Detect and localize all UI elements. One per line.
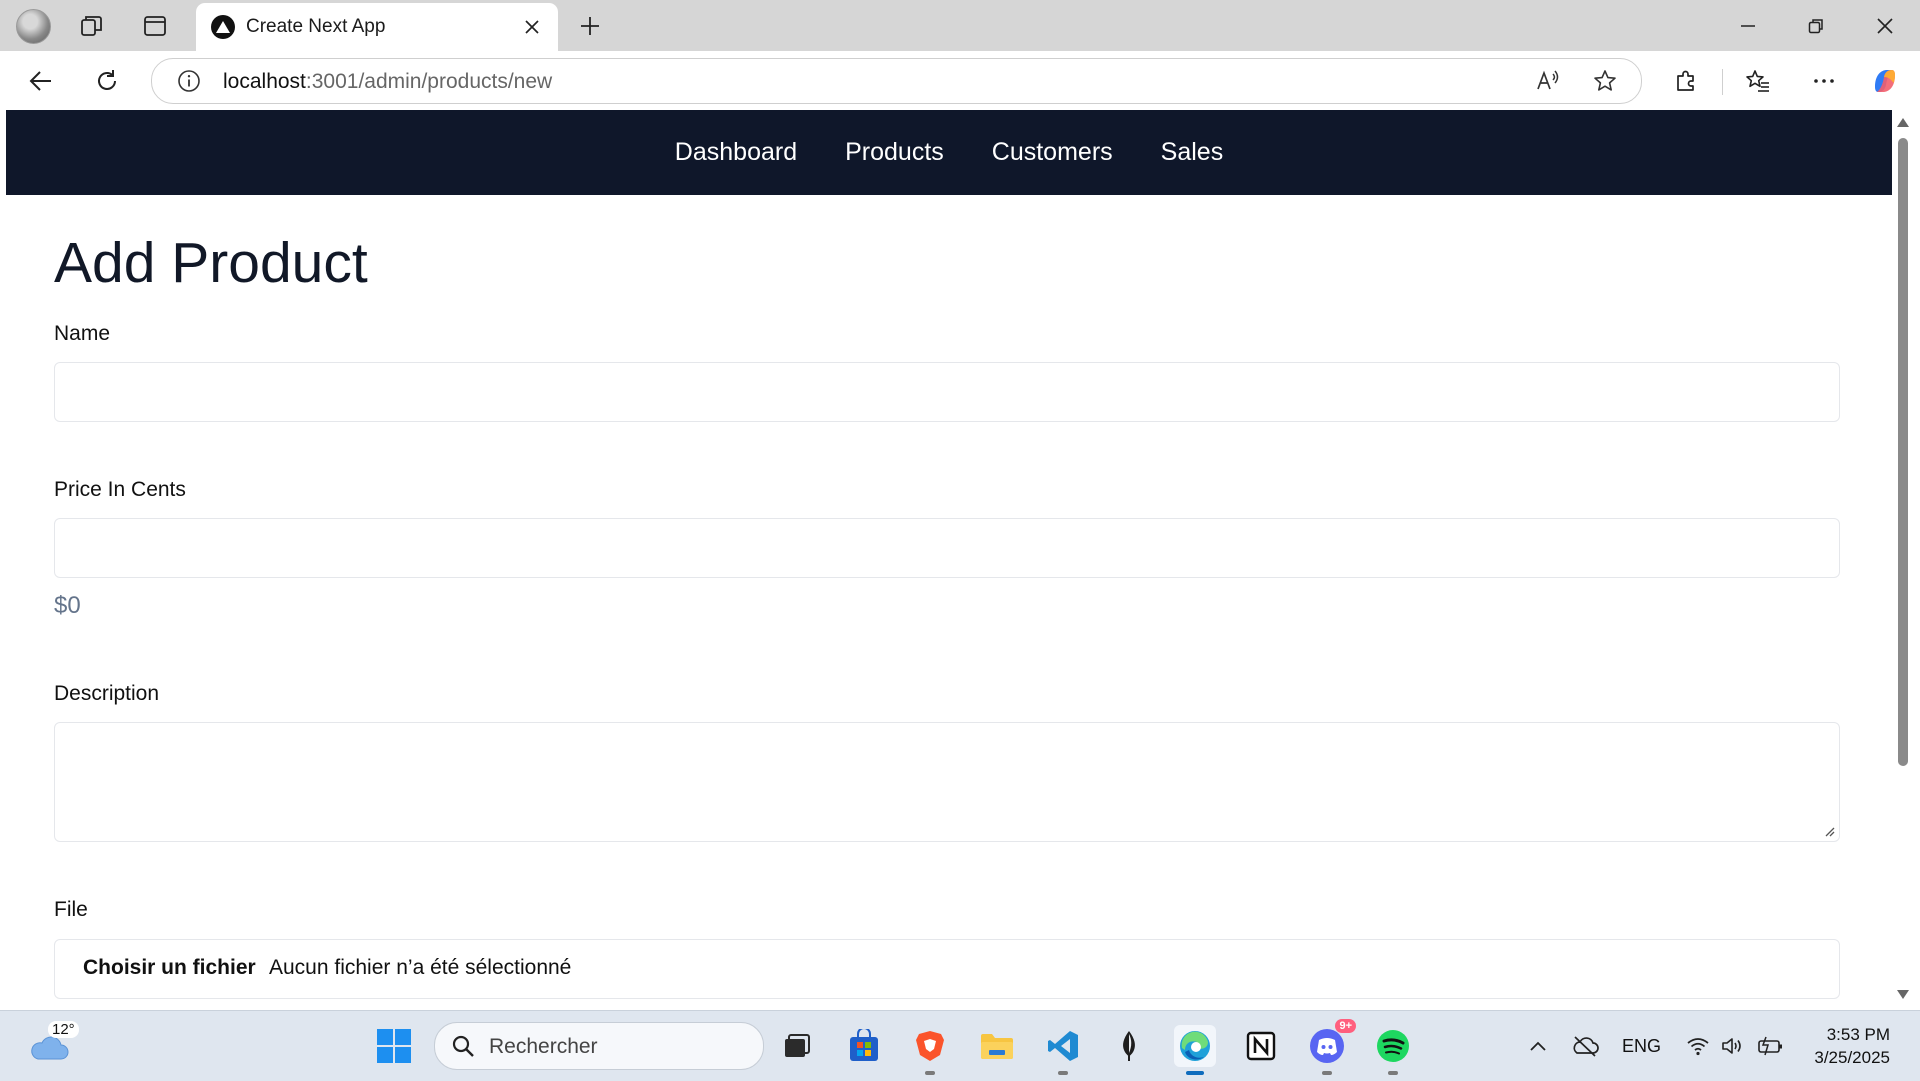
minimize-icon[interactable] [1720, 6, 1776, 46]
description-label: Description [54, 682, 160, 705]
nav-link-customers[interactable]: Customers [968, 110, 1137, 195]
discord-running-indicator [1322, 1071, 1332, 1075]
page-scrollbar[interactable] [1892, 110, 1914, 1010]
refresh-icon[interactable] [88, 62, 126, 100]
favorite-star-icon[interactable] [1590, 66, 1620, 96]
close-window-icon[interactable] [1857, 6, 1913, 46]
file-input[interactable]: Choisir un fichier Aucun fichier n’a été… [54, 939, 1840, 999]
nav-link-products[interactable]: Products [821, 110, 968, 195]
brave-running-indicator [925, 1071, 935, 1075]
nav-link-dashboard[interactable]: Dashboard [651, 110, 821, 195]
name-label: Name [54, 322, 111, 345]
url-text: localhost:3001/admin/products/new [223, 70, 552, 94]
clock-date: 3/25/2025 [1814, 1048, 1890, 1067]
edge-active-indicator [1186, 1071, 1204, 1075]
browser-toolbar: localhost:3001/admin/products/new [0, 51, 1920, 110]
task-view-icon[interactable] [775, 1025, 817, 1067]
input-language-indicator[interactable]: ENG [1622, 1033, 1661, 1059]
edge-browser-icon[interactable] [1174, 1025, 1216, 1075]
clock-time: 3:53 PM [1826, 1025, 1890, 1044]
taskbar-search-box[interactable]: Rechercher [434, 1022, 764, 1070]
scroll-up-arrow-icon[interactable] [1897, 118, 1909, 127]
new-tab-plus-icon[interactable] [572, 8, 608, 44]
price-label: Price In Cents [54, 478, 186, 501]
windows-start-icon[interactable] [376, 1028, 412, 1064]
volume-icon[interactable] [1720, 1033, 1746, 1059]
weather-temperature: 12° [48, 1021, 79, 1038]
resize-grip-icon[interactable] [1823, 825, 1835, 837]
search-placeholder: Rechercher [489, 1035, 598, 1058]
vscode-running-indicator [1058, 1071, 1068, 1075]
system-clock[interactable]: 3:53 PM 3/25/2025 [1814, 1023, 1890, 1069]
page-viewport: Dashboard Products Customers Sales Add P… [6, 110, 1892, 1010]
wifi-icon[interactable] [1685, 1033, 1711, 1059]
copilot-icon[interactable] [1866, 62, 1904, 100]
scroll-down-arrow-icon[interactable] [1897, 990, 1909, 999]
favorites-collection-icon[interactable] [1739, 62, 1777, 100]
discord-notification-badge: 9+ [1335, 1019, 1356, 1033]
tab-title: Create Next App [246, 16, 386, 37]
url-host: localhost [223, 70, 306, 93]
workspaces-icon[interactable] [74, 8, 110, 44]
choose-file-button[interactable]: Choisir un fichier [83, 956, 256, 980]
back-arrow-icon[interactable] [22, 62, 60, 100]
restore-icon[interactable] [1788, 6, 1844, 46]
microsoft-store-icon[interactable] [843, 1025, 885, 1067]
nextjs-favicon-icon [211, 15, 235, 39]
tab-close-icon[interactable] [518, 13, 546, 41]
admin-navbar: Dashboard Products Customers Sales [6, 110, 1892, 195]
more-options-icon[interactable] [1805, 62, 1843, 100]
vertical-tabs-icon[interactable] [137, 8, 173, 44]
price-in-cents-input[interactable] [54, 518, 1840, 578]
browser-tab-bar: Create Next App [0, 0, 1920, 51]
name-input[interactable] [54, 362, 1840, 422]
notion-icon[interactable] [1240, 1025, 1282, 1067]
file-label: File [54, 898, 88, 921]
discord-icon[interactable]: 9+ [1306, 1019, 1356, 1075]
onedrive-offline-icon[interactable] [1570, 1033, 1600, 1059]
spotify-icon[interactable] [1372, 1025, 1414, 1075]
description-textarea[interactable] [54, 722, 1840, 842]
tab-create-next-app[interactable]: Create Next App [196, 3, 558, 51]
file-status-text: Aucun fichier n’a été sélectionné [269, 956, 572, 979]
windows-taskbar: 12° Rechercher 9+ ENG 3:53 PM 3/25/2025 [0, 1010, 1920, 1081]
vscode-icon[interactable] [1042, 1025, 1084, 1075]
profile-avatar-icon[interactable] [16, 9, 51, 44]
nav-link-sales[interactable]: Sales [1137, 110, 1248, 195]
url-path: :3001/admin/products/new [305, 70, 553, 93]
spotify-running-indicator [1388, 1071, 1398, 1075]
language-text: ENG [1622, 1035, 1662, 1056]
address-bar[interactable]: localhost:3001/admin/products/new [151, 58, 1642, 104]
read-aloud-icon[interactable] [1533, 66, 1563, 96]
show-hidden-icons-chevron-up-icon[interactable] [1526, 1033, 1550, 1059]
price-preview: $0 [54, 592, 81, 619]
mongodb-compass-icon[interactable] [1108, 1025, 1150, 1067]
brave-browser-icon[interactable] [909, 1025, 951, 1075]
site-info-icon[interactable] [176, 68, 202, 94]
page-title: Add Product [54, 231, 368, 295]
toolbar-separator [1722, 69, 1723, 95]
battery-charging-icon[interactable] [1756, 1033, 1786, 1059]
search-icon [452, 1035, 474, 1057]
scroll-thumb[interactable] [1898, 138, 1908, 766]
extensions-puzzle-icon[interactable] [1667, 62, 1705, 100]
file-explorer-icon[interactable] [976, 1025, 1018, 1067]
